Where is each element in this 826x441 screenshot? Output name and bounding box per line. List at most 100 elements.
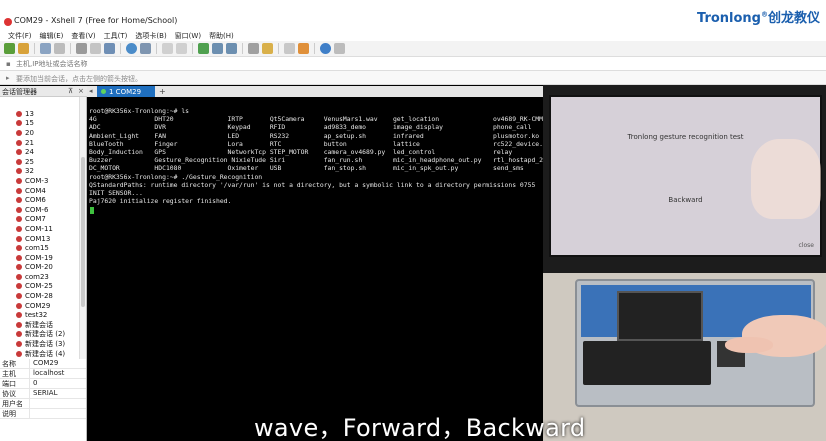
- session-item[interactable]: com15: [0, 243, 80, 253]
- session-item[interactable]: 新建会话 (2): [0, 330, 80, 340]
- session-item[interactable]: 20: [0, 128, 80, 138]
- session-serial-icon: [16, 225, 22, 232]
- more-icon[interactable]: [334, 43, 345, 54]
- session-item[interactable]: 新建会话: [0, 320, 80, 330]
- session-item-label: COM-20: [25, 263, 53, 272]
- menu-edit[interactable]: 编辑(E): [40, 31, 64, 41]
- font-icon[interactable]: [140, 43, 151, 54]
- session-item[interactable]: COM4: [0, 186, 80, 196]
- session-hint-bar: ▸ 要添加当前会话，点击左侧的箭头按钮。: [0, 71, 826, 85]
- session-item[interactable]: COM29: [0, 301, 80, 311]
- script-icon[interactable]: [176, 43, 187, 54]
- fullscreen-icon[interactable]: [198, 43, 209, 54]
- session-item[interactable]: COM-11: [0, 224, 80, 234]
- session-item[interactable]: 15: [0, 119, 80, 129]
- tab-nav-icon[interactable]: ◂: [89, 87, 93, 95]
- copy-icon[interactable]: [76, 43, 87, 54]
- layout-icon[interactable]: [212, 43, 223, 54]
- session-item-label: 新建会话 (2): [25, 330, 66, 339]
- keyboard-icon[interactable]: [248, 43, 259, 54]
- bookmark-icon[interactable]: ▪: [6, 60, 11, 68]
- globe-icon[interactable]: [126, 43, 137, 54]
- tronlong-watermark: Tronlong®创龙教仪: [697, 7, 820, 26]
- paste-icon[interactable]: [90, 43, 101, 54]
- help-icon[interactable]: [320, 43, 331, 54]
- disconnect-icon[interactable]: [54, 43, 65, 54]
- add-session-arrow-icon[interactable]: ▸: [6, 74, 10, 82]
- session-item[interactable]: 新建会话 (3): [0, 339, 80, 349]
- host-input[interactable]: [16, 59, 536, 69]
- session-properties: 名称 COM29 主机 localhost 端口 0 协议 SERIAL 用户名 说明: [0, 359, 86, 419]
- compose-icon[interactable]: [226, 43, 237, 54]
- chat-icon[interactable]: [284, 43, 295, 54]
- session-item[interactable]: COM6: [0, 195, 80, 205]
- terminal-line: root@RK356x-Tronlong:~# ls: [89, 107, 190, 115]
- property-key: 说明: [0, 409, 30, 418]
- terminal-line: DC_MOTOR HDC1080 Oximeter USB fan_stop.s…: [89, 164, 524, 173]
- session-item[interactable]: COM-3: [0, 176, 80, 186]
- menu-help[interactable]: 帮助(H): [209, 31, 234, 41]
- new-session-icon[interactable]: [4, 43, 15, 54]
- session-item-label: com23: [25, 272, 49, 281]
- session-item[interactable]: COM7: [0, 215, 80, 225]
- session-item-label: 21: [25, 138, 34, 147]
- session-item[interactable]: 32: [0, 167, 80, 177]
- session-item-label: COM-19: [25, 253, 53, 262]
- session-item[interactable]: COM-28: [0, 291, 80, 301]
- terminal-line: QStandardPaths: runtime directory '/var/…: [89, 180, 536, 189]
- terminal-line: Body_Induction GPS NetworkTcp STEP_MOTOR…: [89, 148, 513, 157]
- add-tab-button[interactable]: +: [159, 87, 166, 96]
- menu-view[interactable]: 查看(V): [71, 31, 95, 41]
- terminal-line: root@RK356x-Tronlong:~# ./Gesture_Recogn…: [89, 172, 263, 181]
- find-icon[interactable]: [104, 43, 115, 54]
- property-value: [30, 399, 33, 408]
- video-subtitle: wave，Forward，Backward: [254, 414, 586, 441]
- session-serial-icon: [16, 331, 22, 338]
- session-item[interactable]: COM-6: [0, 205, 80, 215]
- session-list: 13 15 20 21 24 25 32 COM-3 COM4 COM6 COM-6 COM7 COM-…: [0, 109, 80, 358]
- menu-window[interactable]: 窗口(W): [175, 31, 201, 41]
- session-serial-icon: [16, 273, 22, 280]
- tab-com29[interactable]: 1 COM29: [97, 86, 155, 97]
- session-item-label: 25: [25, 157, 34, 166]
- session-item[interactable]: 25: [0, 157, 80, 167]
- session-serial-icon: [16, 254, 22, 261]
- session-item[interactable]: 新建会话 (4): [0, 349, 80, 359]
- close-icon[interactable]: ×: [78, 87, 84, 95]
- session-item[interactable]: 21: [0, 138, 80, 148]
- session-item-label: test32: [25, 311, 48, 320]
- session-item[interactable]: COM-20: [0, 263, 80, 273]
- session-item[interactable]: COM13: [0, 234, 80, 244]
- session-item[interactable]: COM-25: [0, 282, 80, 292]
- session-item-label: COM7: [25, 215, 46, 224]
- reconnect-icon[interactable]: [40, 43, 51, 54]
- session-serial-icon: [16, 187, 22, 194]
- terminal-line: Ambient_Light FAN LED RS232 ap_setup.sh …: [89, 131, 540, 140]
- session-item[interactable]: com23: [0, 272, 80, 282]
- session-item[interactable]: 24: [0, 147, 80, 157]
- session-serial-icon: [16, 350, 22, 357]
- session-serial-icon: [16, 312, 22, 319]
- scroll-thumb[interactable]: [81, 157, 85, 307]
- property-row: 协议 SERIAL: [0, 389, 86, 399]
- menu-tabs[interactable]: 选项卡(B): [135, 31, 166, 41]
- session-item[interactable]: COM-19: [0, 253, 80, 263]
- session-item[interactable]: 13: [0, 109, 80, 119]
- menu-tools[interactable]: 工具(T): [104, 31, 128, 41]
- session-scrollbar[interactable]: [79, 97, 86, 359]
- terminal-line: INIT SENSOR...: [89, 189, 143, 198]
- menu-file[interactable]: 文件(F): [8, 31, 32, 41]
- open-folder-icon[interactable]: [18, 43, 29, 54]
- toolbar: [0, 41, 826, 57]
- lock-icon[interactable]: [262, 43, 273, 54]
- dev-board-case: [575, 279, 826, 407]
- transfer-icon[interactable]: [162, 43, 173, 54]
- toolbar-divider: [242, 43, 243, 54]
- session-item[interactable]: test32: [0, 310, 80, 320]
- terminal-line: Buzzer Gesture_Recognition NixieTude Sir…: [89, 156, 544, 165]
- property-row: 名称 COM29: [0, 359, 86, 369]
- pin-icon[interactable]: ⊼: [68, 87, 73, 95]
- terminal-area[interactable]: root@RK356x-Tronlong:~# ls 4G DHT20 IRTP …: [87, 97, 543, 441]
- plugin-icon[interactable]: [298, 43, 309, 54]
- property-row: 主机 localhost: [0, 369, 86, 379]
